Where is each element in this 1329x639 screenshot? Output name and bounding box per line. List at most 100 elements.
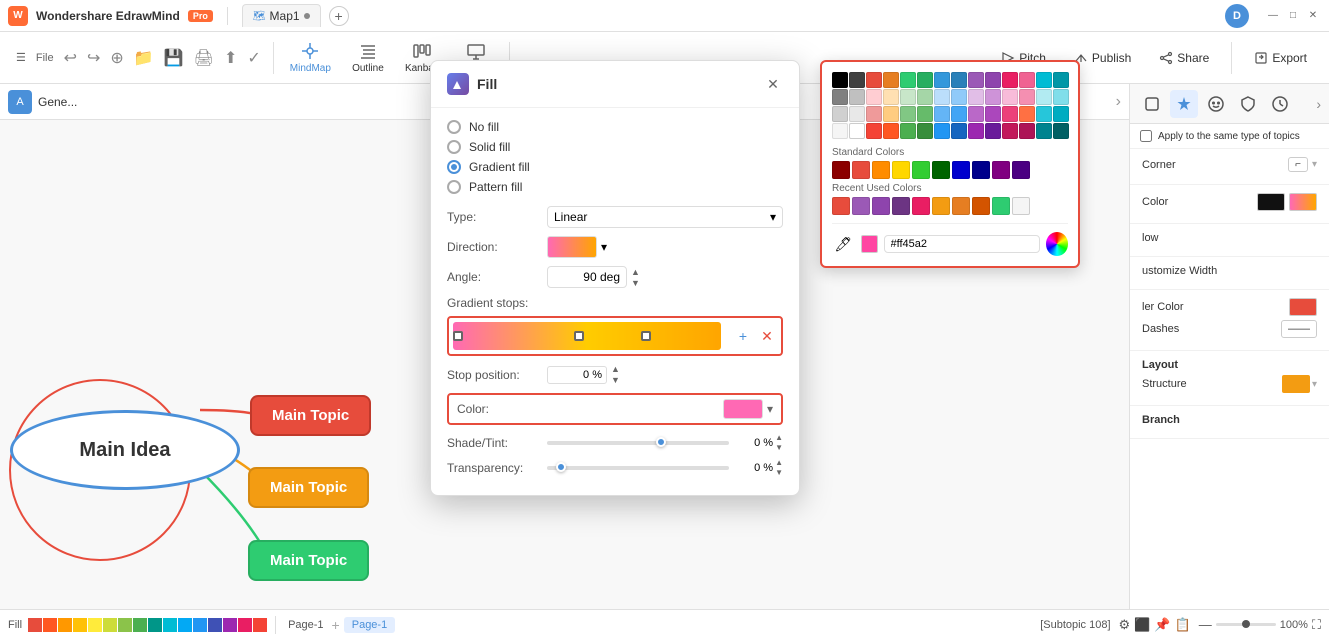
add-tab-button[interactable]: + (329, 6, 349, 26)
color-cell[interactable] (883, 89, 899, 105)
shade-thumb[interactable] (656, 437, 666, 447)
shade-slider[interactable] (547, 441, 729, 445)
export-button[interactable]: Export (1244, 47, 1317, 69)
angle-down[interactable]: ▼ (631, 278, 640, 288)
palette-swatch[interactable] (253, 618, 267, 632)
std-color-3[interactable] (872, 161, 890, 179)
std-color-6[interactable] (932, 161, 950, 179)
stop-pos-up[interactable]: ▲ (611, 364, 620, 374)
color-cell[interactable] (917, 89, 933, 105)
color-cell[interactable] (832, 72, 848, 88)
user-avatar[interactable]: D (1225, 4, 1249, 28)
direction-picker[interactable]: ▾ (547, 236, 783, 258)
shade-up[interactable]: ▲ (775, 433, 783, 442)
color-cell[interactable] (1019, 123, 1035, 139)
color-cell[interactable] (900, 72, 916, 88)
apply-checkbox[interactable] (1140, 130, 1152, 142)
tab-map1[interactable]: 🗺 Map1 (242, 4, 321, 27)
solid-fill-radio[interactable] (447, 140, 461, 154)
recent-color-3[interactable] (872, 197, 890, 215)
structure-dropdown[interactable]: ▾ (1312, 379, 1317, 390)
color-cell[interactable] (934, 106, 950, 122)
outline-tool[interactable]: Outline (343, 37, 393, 78)
gradient-fill-radio[interactable] (447, 160, 461, 174)
palette-swatch[interactable] (193, 618, 207, 632)
transp-up[interactable]: ▲ (775, 458, 783, 467)
eyedropper-button[interactable]: 🖊 (832, 232, 855, 256)
recent-color-6[interactable] (932, 197, 950, 215)
transp-down[interactable]: ▼ (775, 468, 783, 477)
palette-swatch[interactable] (103, 618, 117, 632)
color-cell[interactable] (849, 123, 865, 139)
gradient-stop-2[interactable] (574, 331, 584, 341)
menu-toggle[interactable]: ☰ (12, 47, 30, 68)
border-color-swatch[interactable] (1289, 298, 1317, 316)
color-cell[interactable] (849, 89, 865, 105)
fill-dialog[interactable]: Fill ✕ No fill Solid fill Gradient fill (430, 60, 800, 496)
angle-up[interactable]: ▲ (631, 267, 640, 277)
palette-swatch[interactable] (43, 618, 57, 632)
color-cell[interactable] (900, 89, 916, 105)
transparency-thumb[interactable] (556, 462, 566, 472)
color-cell[interactable] (1036, 72, 1052, 88)
color-cell[interactable] (849, 72, 865, 88)
zoom-out-button[interactable]: — (1199, 617, 1212, 632)
minimize-button[interactable]: — (1265, 8, 1281, 24)
color-cell[interactable] (1036, 89, 1052, 105)
color-cell[interactable] (985, 123, 1001, 139)
bottom-icon-2[interactable]: ⬛ (1134, 617, 1150, 633)
color-cell[interactable] (1002, 106, 1018, 122)
gradient-delete-stop[interactable]: ✕ (757, 326, 777, 346)
type-select[interactable]: Linear ▾ (547, 206, 783, 228)
expand-button[interactable]: › (1116, 93, 1121, 111)
panel-close-button[interactable]: › (1316, 96, 1321, 112)
color-cell[interactable] (951, 72, 967, 88)
central-node[interactable]: Main Idea (10, 410, 240, 490)
palette-swatch[interactable] (88, 618, 102, 632)
active-page-tab[interactable]: Page-1 (344, 617, 395, 633)
corner-dropdown-arrow[interactable]: ▾ (1312, 159, 1317, 170)
std-color-4[interactable] (892, 161, 910, 179)
angle-input[interactable] (547, 266, 627, 288)
recent-color-1[interactable] (832, 197, 850, 215)
fill-color-swatch[interactable] (1257, 193, 1285, 211)
color-cell[interactable] (1036, 123, 1052, 139)
color-cell[interactable] (1053, 89, 1069, 105)
gradient-bar-wrapper[interactable]: + ✕ (447, 316, 783, 356)
undo-button[interactable]: ↩ (60, 46, 81, 70)
color-cell[interactable] (1019, 72, 1035, 88)
palette-swatch[interactable] (133, 618, 147, 632)
color-spectrum-button[interactable] (1046, 232, 1069, 256)
topic-node-3[interactable]: Main Topic (248, 540, 369, 581)
zoom-thumb[interactable] (1242, 620, 1250, 628)
color-cell[interactable] (1053, 72, 1069, 88)
recent-color-10[interactable] (1012, 197, 1030, 215)
palette-swatch[interactable] (58, 618, 72, 632)
solid-fill-option[interactable]: Solid fill (447, 140, 783, 154)
recent-color-8[interactable] (972, 197, 990, 215)
color-preview[interactable] (723, 399, 763, 419)
palette-swatch[interactable] (118, 618, 132, 632)
share-button[interactable]: Share (1149, 47, 1219, 69)
redo-button[interactable]: ↪ (83, 46, 104, 70)
color-cell[interactable] (900, 123, 916, 139)
color-cell[interactable] (883, 106, 899, 122)
color-cell[interactable] (934, 72, 950, 88)
zoom-slider[interactable] (1216, 623, 1276, 626)
fullscreen-button[interactable]: ⛶ (1312, 617, 1321, 633)
color-cell[interactable] (951, 106, 967, 122)
gradient-add-stop[interactable]: + (733, 326, 753, 346)
color-cell[interactable] (883, 123, 899, 139)
color-cell[interactable] (968, 72, 984, 88)
std-color-8[interactable] (972, 161, 990, 179)
palette-swatch[interactable] (238, 618, 252, 632)
std-color-10[interactable] (1012, 161, 1030, 179)
export-small-button[interactable]: ⬆ (220, 46, 241, 70)
add-button[interactable]: ⊕ (106, 46, 127, 70)
color-cell[interactable] (1002, 123, 1018, 139)
page-indicator[interactable]: Page-1 (284, 618, 327, 632)
dialog-close-button[interactable]: ✕ (763, 74, 783, 94)
color-cell[interactable] (866, 123, 882, 139)
topic-node-2[interactable]: Main Topic (248, 467, 369, 508)
recent-color-2[interactable] (852, 197, 870, 215)
